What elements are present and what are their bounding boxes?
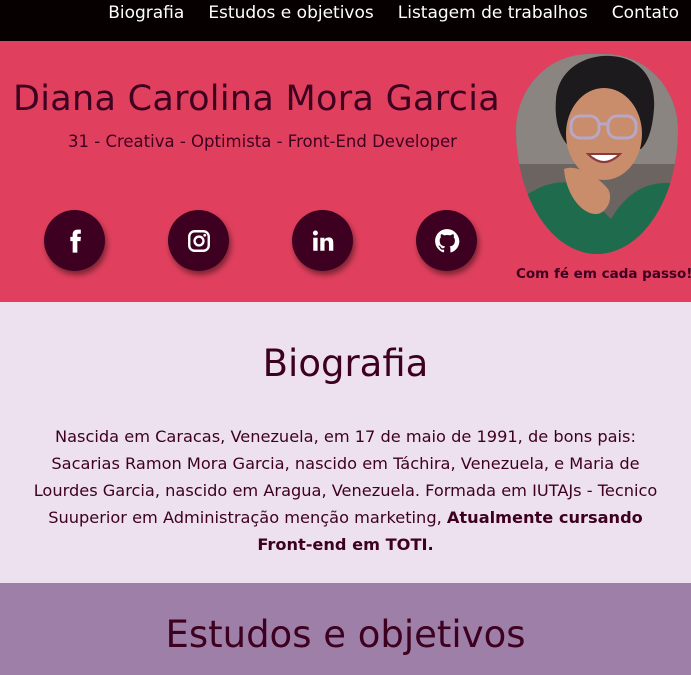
top-nav: Biografia Estudos e objetivos Listagem d…: [0, 0, 691, 41]
instagram-icon: [187, 229, 210, 252]
page-title: Diana Carolina Mora Garcia: [13, 79, 500, 119]
hero-section: Diana Carolina Mora Garcia 31 - Creativa…: [0, 41, 691, 302]
nav-link-biografia[interactable]: Biografia: [108, 0, 184, 26]
linkedin-button[interactable]: [292, 210, 353, 271]
biography-section: Biografia Nascida em Caracas, Venezuela,…: [0, 302, 691, 583]
nav-link-estudos[interactable]: Estudos e objetivos: [208, 0, 373, 26]
studies-section: Estudos e objetivos: [0, 583, 691, 675]
biography-title: Biografia: [262, 342, 429, 385]
nav-link-trabalhos[interactable]: Listagem de trabalhos: [398, 0, 588, 26]
hero-motto: Com fé em cada passo!: [516, 266, 691, 282]
facebook-icon: [69, 229, 81, 253]
hero-tagline: 31 - Creativa - Optimista - Front-End De…: [68, 132, 457, 151]
github-button[interactable]: [416, 210, 477, 271]
nav-link-contato[interactable]: Contato: [612, 0, 679, 26]
studies-title: Estudos e objetivos: [165, 613, 526, 656]
facebook-button[interactable]: [44, 210, 105, 271]
github-icon: [434, 228, 459, 252]
instagram-button[interactable]: [168, 210, 229, 271]
profile-photo: [516, 54, 678, 254]
biography-text: Nascida em Caracas, Venezuela, em 17 de …: [0, 423, 691, 558]
linkedin-icon: [312, 229, 333, 251]
